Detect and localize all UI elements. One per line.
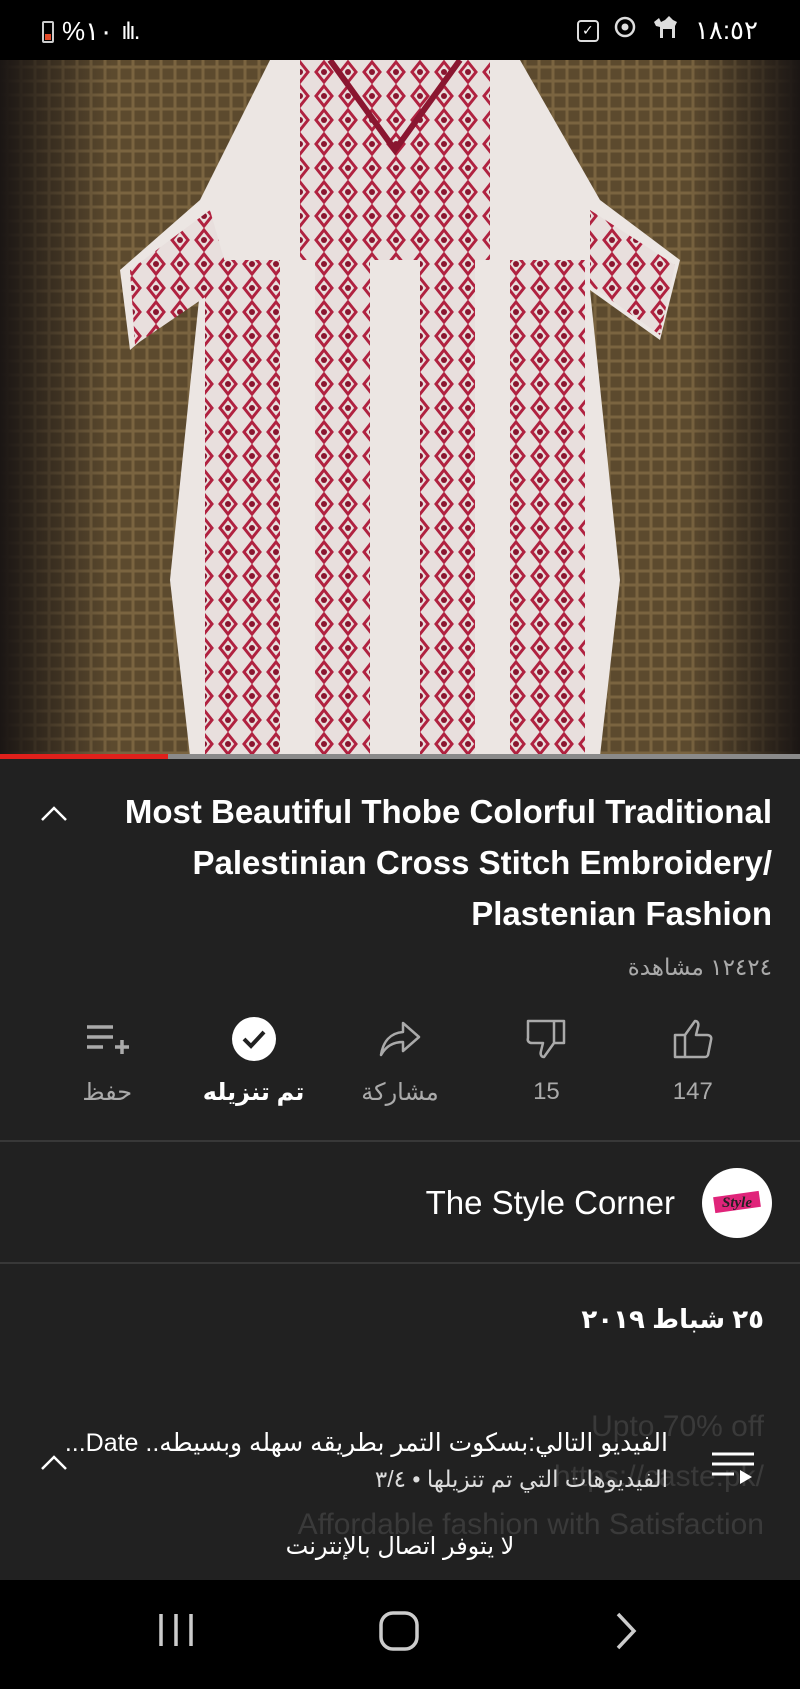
- home-icon: [379, 1611, 419, 1651]
- like-button[interactable]: 147: [620, 1012, 766, 1122]
- video-frame: [0, 60, 800, 756]
- download-label: تم تنزيله: [202, 1079, 305, 1106]
- status-left: %١٠ ılı.: [42, 16, 140, 47]
- dislike-count: 15: [533, 1078, 560, 1105]
- video-player[interactable]: [0, 60, 800, 756]
- dislike-button[interactable]: 15: [473, 1012, 619, 1122]
- video-title: Most Beautiful Thobe Colorful Traditiona…: [124, 793, 772, 932]
- clock-time: ١٨:٥٢: [694, 15, 758, 45]
- view-count: ١٢٤٢٤ مشاهدة: [627, 954, 772, 980]
- action-bar: حفظ تم تنزيله مشاركة 15 147: [34, 1012, 766, 1122]
- upload-date: ٢٥ شباط ٢٠١٩: [581, 1304, 764, 1334]
- thumbs-up-icon: [671, 1012, 715, 1066]
- like-count: 147: [672, 1078, 713, 1105]
- home-button[interactable]: [378, 1610, 420, 1657]
- recent-apps-icon: [159, 1614, 193, 1646]
- chevron-up-icon[interactable]: [36, 796, 72, 832]
- check-circle-icon: [231, 1012, 277, 1066]
- signal-icon: ılı.: [121, 17, 140, 45]
- status-bar: %١٠ ılı. ✓ ١٨:٥٢: [0, 0, 800, 60]
- channel-name[interactable]: The Style Corner: [426, 1184, 675, 1222]
- share-label: مشاركة: [361, 1079, 439, 1106]
- thumbs-down-icon: [524, 1012, 568, 1066]
- checkbox-notification-icon: ✓: [576, 19, 599, 42]
- divider: [0, 1262, 800, 1264]
- back-icon: [616, 1612, 637, 1650]
- battery-level: %١٠: [62, 16, 114, 46]
- up-next-subtitle: الفيديوهات التي تم تنزيلها • ٣/٤: [374, 1466, 668, 1492]
- divider: [0, 1140, 800, 1142]
- download-button[interactable]: تم تنزيله: [180, 1012, 326, 1122]
- save-label: حفظ: [82, 1079, 133, 1106]
- avatar-text: Style: [722, 1195, 752, 1211]
- back-button[interactable]: [610, 1610, 640, 1657]
- share-icon: [377, 1012, 423, 1066]
- recent-apps-button[interactable]: [156, 1610, 196, 1655]
- save-button[interactable]: حفظ: [34, 1012, 180, 1122]
- sync-icon: [613, 15, 637, 46]
- avatar[interactable]: Style: [702, 1168, 772, 1238]
- camel-icon: [651, 14, 681, 47]
- video-progress-fill: [0, 754, 168, 759]
- playlist-icon[interactable]: [710, 1450, 756, 1484]
- status-right: ✓ ١٨:٥٢: [576, 14, 758, 47]
- offline-message: لا يتوفر اتصال بالإنترنت: [285, 1533, 515, 1560]
- playlist-add-icon: [83, 1012, 131, 1066]
- share-button[interactable]: مشاركة: [327, 1012, 473, 1122]
- up-next-title[interactable]: الفيديو التالي:بسكوت التمر بطريقه سهله و…: [65, 1428, 668, 1458]
- battery-icon: [42, 20, 54, 43]
- navigation-bar: [0, 1580, 800, 1689]
- video-progress-bar[interactable]: [0, 754, 800, 759]
